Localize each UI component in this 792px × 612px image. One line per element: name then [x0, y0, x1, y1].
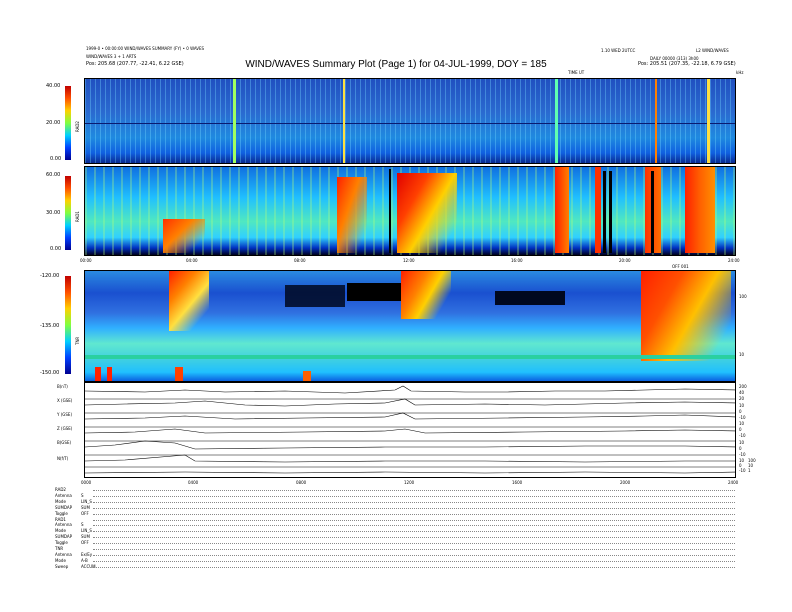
tnr-tick-mid: -135.00 [40, 323, 60, 329]
freq-unit: kHz [736, 70, 744, 75]
line-right-1c: 20 [739, 396, 745, 401]
header-right-1: 1.10 WED 2UTCC [601, 48, 636, 53]
time-tick-0: 00:00 [80, 258, 92, 263]
bottom-tick-4: 1600 [512, 480, 523, 485]
rad2-tick-bot: 0.00 [50, 156, 62, 162]
bottom-tick-1: 0400 [188, 480, 199, 485]
line-right-1a: 200 [739, 384, 747, 389]
line-label-4: Z (GSE) [57, 426, 73, 431]
line-plots-svg [85, 385, 735, 474]
line-right-2a: 10 [739, 403, 745, 408]
line-right-2b: 0 [739, 409, 742, 414]
time-tick-6: 24:00 [728, 258, 740, 263]
line-label-2: X (GSE) [57, 398, 73, 403]
time-tick-5: 20:00 [619, 258, 631, 263]
line-right-6c: 1 [748, 468, 751, 473]
time-tick-1: 04:00 [186, 258, 198, 263]
rad2-tick-top: 40.00 [46, 83, 61, 89]
time-tick-3: 12:00 [403, 258, 415, 263]
tnr-colorbar [65, 276, 71, 374]
line-right-4b: 0 [739, 446, 742, 451]
rad1-tick-mid: 30.00 [46, 210, 61, 216]
line-right-4c: -10 [739, 452, 746, 457]
line-right-3b: 0 [739, 427, 742, 432]
tnr-right-tick-10: 10 [739, 352, 745, 357]
line-trace-4 [85, 428, 735, 434]
rad2-colorbar [65, 86, 71, 160]
bottom-tick-5: 2000 [620, 480, 631, 485]
tnr-right-tick-100: 100 [739, 294, 747, 299]
line-trace-2 [85, 398, 735, 407]
line-right-5c: -10 [739, 468, 746, 473]
header-right-corner: L2 WIND/WAVES [696, 48, 729, 53]
instrument-settings-table: RAD2 Antenna S Mode LIN_S SUMDAP SUM Toggle… [55, 487, 735, 570]
rad1-spectrogram [84, 166, 736, 256]
line-trace-7 [85, 471, 735, 474]
table-row: Sweep ACCUM [55, 564, 735, 570]
line-trace-5 [85, 440, 735, 450]
time-tick-2: 08:00 [294, 258, 306, 263]
line-right-4a: 10 [739, 440, 745, 445]
tnr-tick-top: -120.00 [40, 273, 60, 279]
rad2-tick-mid: 20.00 [46, 120, 61, 126]
plot-title: WIND/WAVES Summary Plot (Page 1) for 04-… [245, 59, 547, 70]
bottom-tick-6: 2400 [728, 480, 739, 485]
bottom-tick-0: 0000 [81, 480, 92, 485]
line-trace-3 [85, 412, 735, 420]
line-plots-panel [84, 382, 736, 478]
line-right-3c: -10 [739, 433, 746, 438]
bottom-tick-2: 0800 [296, 480, 307, 485]
line-label-6: N(f/T) [57, 456, 69, 461]
tnr-label: TNR [75, 336, 80, 345]
line-right-3a: 10 [739, 421, 745, 426]
time-tick-4: 16:00 [511, 258, 523, 263]
line-label-1: B(nT) [57, 384, 68, 389]
time-label: TIME UT [568, 70, 585, 75]
rad2-spectrogram [84, 78, 736, 164]
summary-plot-page: { "header": { "left_line1": "1999-0 • 00… [0, 0, 792, 612]
line-right-1b: 40 [739, 390, 745, 395]
orbit-label: OFF 001 [672, 264, 689, 269]
tnr-spectrogram [84, 270, 736, 382]
line-trace-6 [85, 454, 735, 463]
line-label-5: B(GSE) [57, 440, 72, 445]
tnr-tick-bot: -150.00 [40, 370, 60, 376]
rad2-label: RAD2 [75, 121, 80, 132]
rad1-colorbar [65, 176, 71, 250]
header-left-1: 1999-0 • 00:00:00 WIND/WAVES SUMMARY (FY… [86, 46, 205, 51]
rad1-tick-bot: 0.00 [50, 246, 62, 252]
line-right-2c: -10 [739, 415, 746, 420]
line-trace-1 [85, 385, 735, 394]
line-label-3: Y (GSE) [57, 412, 73, 417]
rad1-label: RAD1 [75, 211, 80, 222]
bottom-tick-3: 1200 [404, 480, 415, 485]
rad1-tick-top: 60.00 [46, 172, 61, 178]
